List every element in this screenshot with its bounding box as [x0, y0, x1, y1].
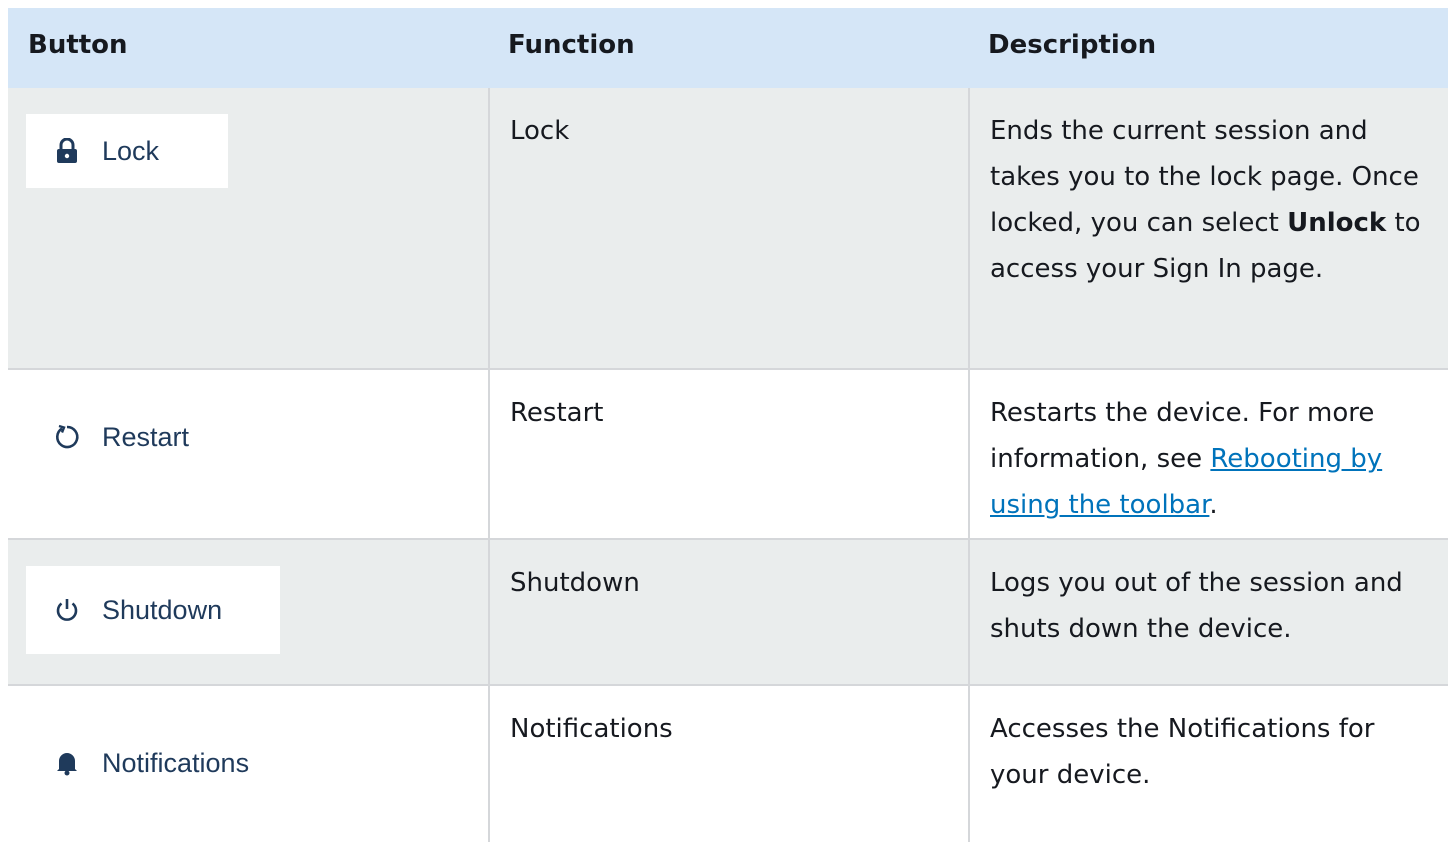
function-notifications: Notifications — [510, 714, 673, 744]
description-lock: Ends the current session and takes you t… — [990, 116, 1421, 284]
restart-button-image: Restart — [26, 400, 228, 474]
lock-button-label: Lock — [102, 135, 160, 166]
function-shutdown: Shutdown — [510, 568, 640, 598]
function-restart: Restart — [510, 398, 604, 428]
description-restart: Restarts the device. For more informatio… — [990, 398, 1383, 520]
header-description: Description — [988, 30, 1157, 60]
restart-icon — [52, 422, 82, 452]
table-row: Lock Lock Ends the current session and t… — [8, 88, 1448, 370]
unlock-bold: Unlock — [1287, 208, 1387, 238]
notifications-button-image: Notifications — [26, 726, 326, 800]
lock-button-image: Lock — [26, 114, 228, 188]
buttons-table: Button Function Description Lock Lock En… — [8, 8, 1448, 842]
bell-icon — [52, 748, 82, 778]
shutdown-button-label: Shutdown — [102, 594, 223, 625]
table-header: Button Function Description — [8, 8, 1448, 88]
table-row: Notifications Notifications Accesses the… — [8, 686, 1448, 842]
header-button: Button — [28, 30, 128, 60]
restart-button-label: Restart — [102, 421, 190, 452]
table-row: Restart Restart Restarts the device. For… — [8, 370, 1448, 540]
description-shutdown: Logs you out of the session and shuts do… — [990, 568, 1403, 644]
header-function: Function — [508, 30, 635, 60]
lock-icon — [52, 136, 82, 166]
power-icon — [52, 595, 82, 625]
function-lock: Lock — [510, 116, 570, 146]
table-row: Shutdown Shutdown Logs you out of the se… — [8, 540, 1448, 684]
shutdown-button-image: Shutdown — [26, 566, 280, 654]
notifications-button-label: Notifications — [102, 747, 250, 778]
description-notifications: Accesses the Notifications for your devi… — [990, 714, 1375, 790]
